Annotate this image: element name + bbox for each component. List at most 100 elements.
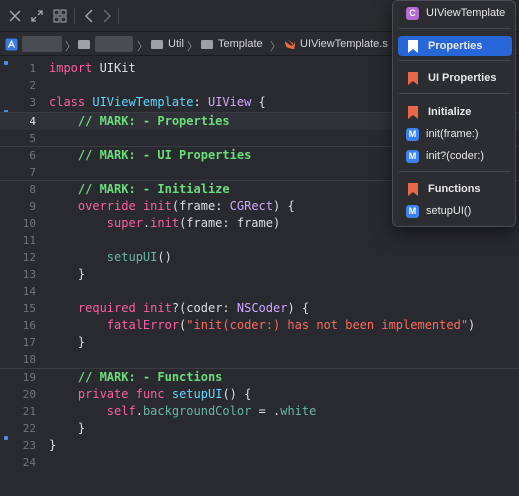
- menu-item-label: Functions: [428, 183, 481, 195]
- code-line: 24: [0, 454, 519, 471]
- line-number: 1: [29, 62, 36, 75]
- chevron-right-icon: 〉: [137, 41, 148, 53]
- menu-item-label: setupUI(): [426, 205, 472, 217]
- forward-icon[interactable]: [98, 7, 116, 25]
- menu-item-setupui[interactable]: M setupUI(): [398, 201, 512, 221]
- bookmark-icon: [408, 105, 418, 119]
- menu-item-properties[interactable]: Properties: [398, 36, 512, 56]
- menu-separator: [399, 28, 511, 29]
- line-number: 2: [29, 79, 36, 92]
- menu-item-initialize[interactable]: Initialize: [398, 102, 512, 122]
- code-line: 11: [0, 232, 519, 249]
- jumpbar-folder-1[interactable]: [78, 32, 133, 56]
- code-line: 23 }: [0, 437, 519, 454]
- mark-comment: // MARK: - Initialize: [77, 182, 230, 196]
- class-name: UIViewTemplate: [92, 95, 194, 109]
- code-line: 14: [0, 283, 519, 300]
- menu-item-init-coder[interactable]: M init?(coder:): [398, 146, 512, 166]
- mark-comment: // MARK: - Functions: [77, 370, 223, 384]
- toolbar-divider: [74, 8, 75, 24]
- menu-item-label: init?(coder:): [426, 150, 485, 162]
- code-text: fatalError("init(coder:) has not been im…: [106, 318, 476, 332]
- line-number: 3: [29, 96, 36, 109]
- jumpbar-folder-util[interactable]: Util: [151, 32, 184, 56]
- line-number: 9: [29, 200, 36, 213]
- code-text: self.backgroundColor = .white: [106, 404, 317, 418]
- line-number: 24: [22, 456, 36, 469]
- line-number: 15: [22, 302, 36, 315]
- line-number: 22: [22, 422, 36, 435]
- code-line: 16 fatalError("init(coder:) has not been…: [0, 317, 519, 334]
- menu-header-class[interactable]: C UIViewTemplate: [398, 3, 512, 23]
- bookmark-icon: [408, 39, 418, 53]
- code-line: 19 // MARK: - Functions: [0, 369, 519, 386]
- chevron-right-icon: 〉: [65, 41, 76, 53]
- code-text: }: [49, 335, 86, 349]
- menu-separator: [399, 171, 511, 172]
- code-text: }: [49, 267, 86, 281]
- line-number: 19: [22, 371, 36, 384]
- line-number: 4: [29, 115, 36, 128]
- code-text: private func setupUI() {: [77, 387, 252, 401]
- redacted-project-name: [22, 36, 62, 52]
- document-items-menu: C UIViewTemplate Properties UI Propertie…: [392, 0, 516, 227]
- method-icon: M: [406, 204, 419, 218]
- code-line: 22 }: [0, 420, 519, 437]
- expand-icon[interactable]: [28, 7, 46, 25]
- code-text: super.init(frame: frame): [106, 216, 281, 230]
- jumpbar-label: Util: [168, 38, 184, 50]
- jumpbar-project[interactable]: [5, 32, 62, 56]
- line-number: 23: [22, 439, 36, 452]
- code-text: // MARK: - UI Properties: [49, 147, 251, 164]
- menu-item-label: UIViewTemplate: [426, 7, 506, 19]
- chevron-right-icon: 〉: [270, 41, 281, 53]
- grid-icon[interactable]: [51, 7, 69, 25]
- class-icon: C: [406, 6, 419, 20]
- menu-item-label: UI Properties: [428, 72, 497, 84]
- code-line: 12 setupUI(): [0, 249, 519, 266]
- menu-item-ui-properties[interactable]: UI Properties: [398, 68, 512, 88]
- code-text: override init(frame: CGRect) {: [77, 199, 295, 213]
- line-number: 8: [29, 183, 36, 196]
- method-icon: M: [406, 127, 419, 141]
- redacted-folder-name: [95, 36, 133, 52]
- line-number: 12: [22, 251, 36, 264]
- method-icon: M: [406, 149, 419, 163]
- line-number: 13: [22, 268, 36, 281]
- line-number: 7: [29, 166, 36, 179]
- mark-comment: // MARK: - Properties: [77, 114, 230, 128]
- swift-icon: [285, 39, 296, 49]
- code-line: 15 required init?(coder: NSCoder) {: [0, 300, 519, 317]
- code-line: 17 }: [0, 334, 519, 351]
- line-number: 14: [22, 285, 36, 298]
- bookmark-icon: [408, 71, 418, 85]
- menu-item-init-frame[interactable]: M init(frame:): [398, 124, 512, 144]
- toolbar-divider: [118, 8, 119, 24]
- bookmark-icon: [408, 182, 418, 196]
- code-text: // MARK: - Functions: [49, 369, 223, 386]
- code-text: // MARK: - Properties: [49, 113, 230, 130]
- menu-item-functions[interactable]: Functions: [398, 179, 512, 199]
- line-number: 16: [22, 319, 36, 332]
- jumpbar-file[interactable]: UIViewTemplate.s: [284, 32, 388, 56]
- code-text: }: [49, 438, 57, 452]
- line-number: 21: [22, 405, 36, 418]
- project-icon: [5, 38, 18, 50]
- line-number: 20: [22, 388, 36, 401]
- jumpbar-label: Template: [218, 38, 263, 50]
- code-line: 21 self.backgroundColor = .white: [0, 403, 519, 420]
- superclass-name: UIView: [207, 95, 252, 109]
- jumpbar-folder-template[interactable]: Template: [201, 32, 263, 56]
- back-icon[interactable]: [80, 7, 98, 25]
- line-number: 11: [22, 234, 36, 247]
- mark-comment: // MARK: - UI Properties: [77, 148, 252, 162]
- menu-item-label: Properties: [428, 40, 483, 52]
- line-number: 17: [22, 336, 36, 349]
- code-line: 13 }: [0, 266, 519, 283]
- code-text: import UIKit: [49, 61, 136, 75]
- code-text: // MARK: - Initialize: [49, 181, 230, 198]
- line-number: 10: [22, 217, 36, 230]
- chevron-right-icon: 〉: [187, 41, 198, 53]
- menu-item-label: Initialize: [428, 106, 472, 118]
- close-icon[interactable]: [6, 7, 24, 25]
